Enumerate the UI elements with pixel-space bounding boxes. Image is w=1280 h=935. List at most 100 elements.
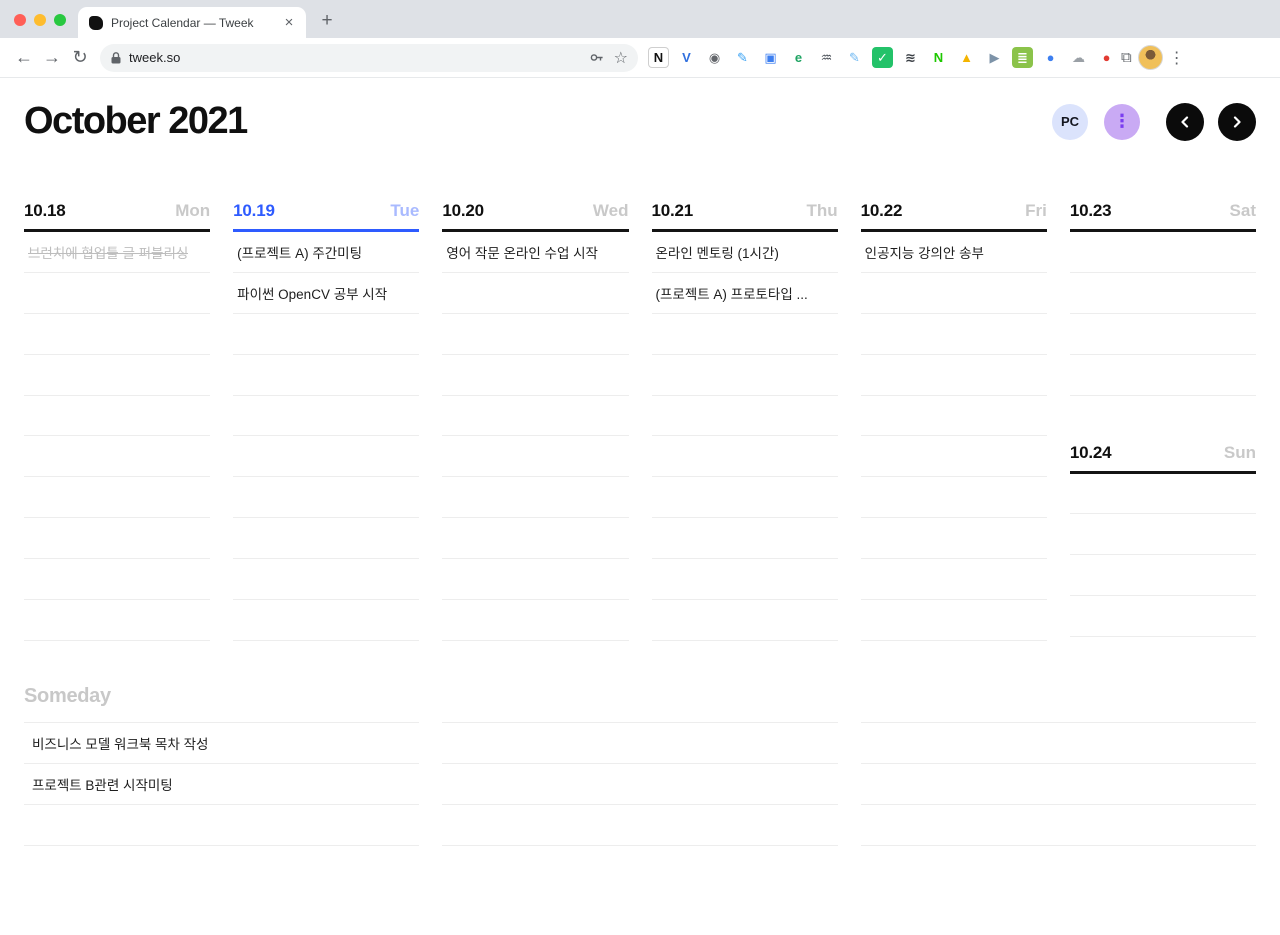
green-check-extension-icon[interactable]: ✓ bbox=[872, 47, 893, 68]
more-menu-button[interactable]: ⋮ bbox=[1104, 103, 1140, 140]
task-row[interactable] bbox=[442, 518, 629, 560]
record-extension-icon[interactable]: ● bbox=[1096, 47, 1117, 68]
someday-row[interactable] bbox=[24, 805, 420, 846]
task-row[interactable] bbox=[1069, 514, 1256, 556]
feather-extension-icon[interactable]: ✎ bbox=[844, 47, 865, 68]
task-row[interactable] bbox=[233, 396, 420, 437]
new-tab-button[interactable]: + bbox=[314, 8, 340, 34]
task-row[interactable] bbox=[1069, 474, 1256, 515]
task-row[interactable] bbox=[651, 314, 838, 355]
camera-extension-icon[interactable]: ◉ bbox=[704, 47, 725, 68]
task-text[interactable]: 온라인 멘토링 (1시간) bbox=[656, 242, 779, 262]
task-row[interactable] bbox=[442, 600, 629, 641]
task-text[interactable]: 프로젝트 B관련 시작미팅 bbox=[32, 774, 173, 794]
task-row[interactable] bbox=[860, 518, 1047, 560]
task-row[interactable] bbox=[442, 273, 629, 314]
task-row[interactable] bbox=[860, 355, 1047, 396]
task-row[interactable] bbox=[24, 600, 211, 641]
someday-row[interactable] bbox=[860, 764, 1256, 805]
task-text[interactable]: 파이썬 OpenCV 공부 시작 bbox=[237, 283, 387, 303]
evernote-extension-icon[interactable]: e bbox=[788, 47, 809, 68]
task-row[interactable] bbox=[1069, 596, 1256, 638]
task-row[interactable] bbox=[233, 436, 420, 478]
browser-menu-icon[interactable]: ⋮ bbox=[1169, 48, 1185, 68]
task-row[interactable] bbox=[442, 314, 629, 355]
someday-row[interactable] bbox=[860, 805, 1256, 846]
task-text[interactable]: 영어 작문 온라인 수업 시작 bbox=[446, 242, 598, 262]
v-blue-extension-icon[interactable]: V bbox=[676, 47, 697, 68]
someday-row[interactable]: 프로젝트 B관련 시작미팅 bbox=[24, 764, 420, 805]
someday-row[interactable] bbox=[860, 723, 1256, 764]
task-row[interactable] bbox=[24, 477, 211, 519]
task-row[interactable] bbox=[233, 559, 420, 601]
browser-tab[interactable]: Project Calendar — Tweek × bbox=[78, 7, 306, 38]
task-row[interactable] bbox=[24, 436, 211, 478]
task-row[interactable]: 온라인 멘토링 (1시간) bbox=[651, 232, 838, 273]
task-row[interactable] bbox=[651, 477, 838, 519]
note-extension-icon[interactable]: ≣ bbox=[1012, 47, 1033, 68]
task-text[interactable]: 비즈니스 모델 워크북 목차 작성 bbox=[32, 733, 208, 753]
task-row[interactable] bbox=[1069, 355, 1256, 396]
task-row[interactable] bbox=[651, 600, 838, 641]
address-bar[interactable]: tweek.so ☆ bbox=[100, 43, 638, 72]
window-close-button[interactable] bbox=[14, 14, 26, 26]
task-row[interactable] bbox=[442, 436, 629, 478]
task-text[interactable]: 브런치에 협업툴 글 퍼블리싱 bbox=[28, 242, 188, 262]
someday-row[interactable] bbox=[442, 805, 838, 846]
task-row[interactable]: 인공지능 강의안 송부 bbox=[860, 232, 1047, 273]
task-row[interactable] bbox=[233, 477, 420, 519]
task-row[interactable] bbox=[651, 518, 838, 560]
task-row[interactable] bbox=[24, 273, 211, 314]
task-row[interactable] bbox=[1069, 314, 1256, 355]
task-row[interactable] bbox=[24, 396, 211, 437]
task-row[interactable] bbox=[1069, 273, 1256, 314]
task-row[interactable] bbox=[233, 314, 420, 355]
forward-icon[interactable]: → bbox=[38, 44, 66, 72]
task-row[interactable] bbox=[1069, 555, 1256, 597]
previous-week-button[interactable] bbox=[1166, 102, 1204, 141]
sound-wave-extension-icon[interactable]: ≋ bbox=[900, 47, 921, 68]
pc-user-button[interactable]: PC bbox=[1052, 103, 1088, 140]
task-row[interactable] bbox=[651, 355, 838, 396]
task-row[interactable] bbox=[860, 477, 1047, 519]
task-row[interactable]: (프로젝트 A) 주간미팅 bbox=[233, 232, 420, 273]
task-row[interactable] bbox=[233, 518, 420, 560]
task-row[interactable] bbox=[651, 559, 838, 601]
task-row[interactable] bbox=[860, 396, 1047, 437]
task-text[interactable]: (프로젝트 A) 프로토타입 ... bbox=[656, 283, 808, 303]
extensions-puzzle-icon[interactable]: ⧉ bbox=[1121, 49, 1132, 66]
task-text[interactable]: (프로젝트 A) 주간미팅 bbox=[237, 242, 362, 262]
window-minimize-button[interactable] bbox=[34, 14, 46, 26]
task-row[interactable] bbox=[442, 559, 629, 601]
task-row[interactable]: 브런치에 협업툴 글 퍼블리싱 bbox=[24, 232, 211, 273]
task-row[interactable] bbox=[860, 314, 1047, 355]
task-row[interactable] bbox=[24, 518, 211, 560]
cloud-extension-icon[interactable]: ☁ bbox=[1068, 47, 1089, 68]
someday-row[interactable]: 비즈니스 모델 워크북 목차 작성 bbox=[24, 723, 420, 764]
back-icon[interactable]: ← bbox=[10, 44, 38, 72]
window-zoom-button[interactable] bbox=[54, 14, 66, 26]
task-row[interactable] bbox=[24, 355, 211, 396]
key-icon[interactable] bbox=[589, 50, 604, 65]
blue-dot-extension-icon[interactable]: ● bbox=[1040, 47, 1061, 68]
task-row[interactable] bbox=[860, 436, 1047, 478]
someday-row[interactable] bbox=[442, 764, 838, 805]
bookmark-star-icon[interactable]: ☆ bbox=[614, 48, 628, 68]
task-row[interactable] bbox=[651, 436, 838, 478]
task-row[interactable] bbox=[233, 355, 420, 396]
naver-extension-icon[interactable]: N bbox=[928, 47, 949, 68]
reload-icon[interactable]: ↻ bbox=[66, 44, 94, 72]
task-row[interactable]: 영어 작문 온라인 수업 시작 bbox=[442, 232, 629, 273]
wave-extension-icon[interactable]: ♒ bbox=[816, 47, 837, 68]
task-row[interactable]: (프로젝트 A) 프로토타입 ... bbox=[651, 273, 838, 314]
task-text[interactable]: 인공지능 강의안 송부 bbox=[865, 242, 984, 262]
task-row[interactable] bbox=[651, 396, 838, 437]
blue-app-extension-icon[interactable]: ▣ bbox=[760, 47, 781, 68]
task-row[interactable] bbox=[860, 559, 1047, 601]
blue-pen-extension-icon[interactable]: ✎ bbox=[732, 47, 753, 68]
task-row[interactable] bbox=[442, 355, 629, 396]
close-tab-icon[interactable]: × bbox=[280, 14, 298, 32]
task-row[interactable]: 파이썬 OpenCV 공부 시작 bbox=[233, 273, 420, 314]
task-row[interactable] bbox=[442, 396, 629, 437]
send-extension-icon[interactable]: ▶ bbox=[984, 47, 1005, 68]
